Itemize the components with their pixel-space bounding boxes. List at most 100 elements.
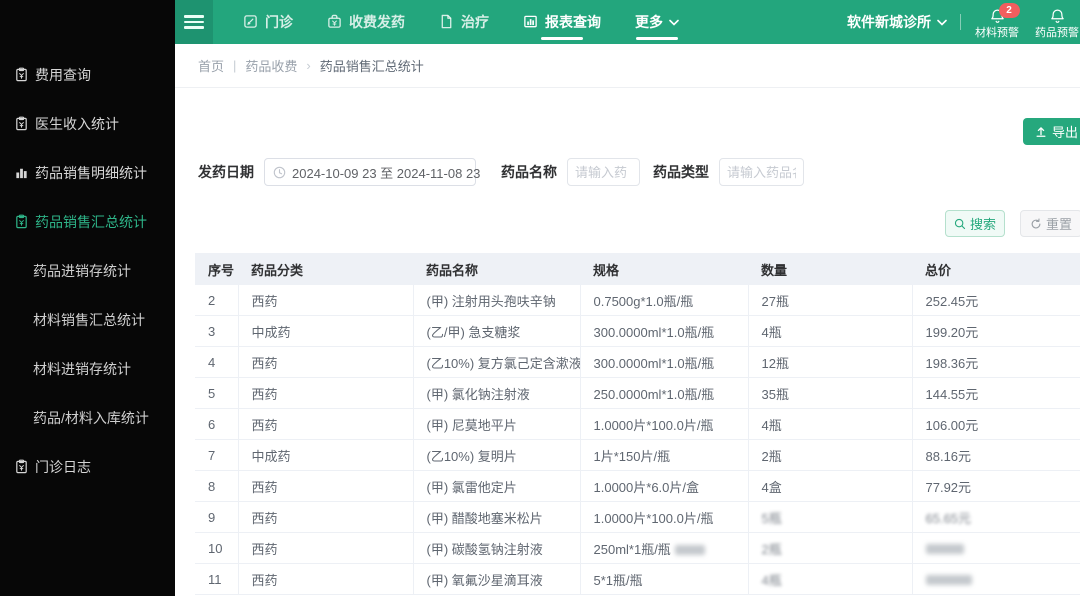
table-row[interactable]: 4 西药 (乙10%) 复方氯己定含漱液 300.0000ml*1.0瓶/瓶 12瓶 19… bbox=[195, 346, 1080, 378]
nav-right: 软件新城诊所 2 材料预警 药品预警 bbox=[847, 2, 1080, 39]
table-cell: 8 bbox=[195, 470, 239, 502]
table-cell: 5瓶 bbox=[748, 501, 913, 533]
nav-item-3[interactable]: 治疗 bbox=[439, 0, 489, 44]
sidebar-item-label: 门诊日志 bbox=[35, 458, 91, 475]
redacted-smudge bbox=[925, 575, 972, 586]
nav-item-5[interactable]: 更多 bbox=[635, 0, 679, 44]
table-cell: 27瓶 bbox=[748, 285, 913, 316]
table-row[interactable]: 3 中成药 (乙/甲) 急支糖浆 300.0000ml*1.0瓶/瓶 4瓶 199.20元 bbox=[195, 315, 1080, 347]
chevron-down-icon bbox=[669, 19, 679, 26]
table-cell: (乙10%) 复方氯己定含漱液 bbox=[413, 346, 581, 378]
table-cell: 106.00元 bbox=[912, 408, 1080, 440]
sidebar-item-2[interactable]: 医生收入统计 bbox=[0, 99, 175, 148]
table-cell: 199.20元 bbox=[912, 315, 1080, 347]
hamburger-icon bbox=[184, 12, 204, 32]
table-cell: 88.16元 bbox=[912, 439, 1080, 471]
table-cell: 中成药 bbox=[238, 439, 414, 471]
table-cell: 4瓶 bbox=[748, 563, 913, 595]
table-cell: (乙10%) 复明片 bbox=[413, 439, 581, 471]
report-query-icon bbox=[523, 14, 539, 30]
table-cell: 1.0000片*6.0片/盒 bbox=[580, 470, 749, 502]
dispense-date-label: 发药日期 bbox=[198, 164, 254, 180]
fee-clipboard-icon bbox=[13, 458, 30, 475]
alert-1[interactable]: 2 材料预警 bbox=[974, 2, 1020, 39]
table-cell: 2瓶 bbox=[748, 439, 913, 471]
table-cell bbox=[912, 532, 1080, 564]
clinic-selector[interactable]: 软件新城诊所 bbox=[847, 12, 947, 32]
sidebar-menu: 费用查询医生收入统计 药品销售明细统计 药品销售汇总统计药品进销存统计材料销售汇总统… bbox=[0, 50, 175, 491]
nav-item-2[interactable]: 收费发药 bbox=[327, 0, 405, 44]
table-cell: 4瓶 bbox=[748, 408, 913, 440]
sidebar-item-7[interactable]: 材料进销存统计 bbox=[0, 344, 175, 393]
reset-icon bbox=[1030, 217, 1042, 230]
table-cell: 中成药 bbox=[238, 315, 414, 347]
table-cell: 144.55元 bbox=[912, 377, 1080, 409]
table-header-row: 序号 药品分类 药品名称 规格 数量 总价 bbox=[195, 253, 1080, 285]
table-cell: 西药 bbox=[238, 346, 414, 378]
sidebar-item-label: 药品进销存统计 bbox=[33, 262, 131, 279]
table-row[interactable]: 2 西药 (甲) 注射用头孢呋辛钠 0.7500g*1.0瓶/瓶 27瓶 252.45元 bbox=[195, 285, 1080, 316]
column-header: 药品分类 bbox=[238, 253, 413, 285]
table-cell: (甲) 醋酸地塞米松片 bbox=[413, 501, 581, 533]
breadcrumb-item-1[interactable]: 首页 bbox=[198, 56, 224, 75]
column-header: 规格 bbox=[580, 253, 748, 285]
sidebar-item-9[interactable]: 门诊日志 bbox=[0, 442, 175, 491]
nav-item-1[interactable]: 门诊 bbox=[243, 0, 293, 44]
table-row[interactable]: 7 中成药 (乙10%) 复明片 1片*150片/瓶 2瓶 88.16元 bbox=[195, 439, 1080, 471]
table-row[interactable]: 5 西药 (甲) 氯化钠注射液 250.0000ml*1.0瓶/瓶 35瓶 144.55元 bbox=[195, 377, 1080, 409]
column-header: 药品名称 bbox=[413, 253, 580, 285]
column-header: 数量 bbox=[748, 253, 912, 285]
table-cell: 12瓶 bbox=[748, 346, 913, 378]
table-cell: 西药 bbox=[238, 563, 414, 595]
sidebar-item-4[interactable]: 药品销售汇总统计 bbox=[0, 197, 175, 246]
table-cell: (甲) 尼莫地平片 bbox=[413, 408, 581, 440]
table-row[interactable]: 11 西药 (甲) 氧氟沙星滴耳液 5*1瓶/瓶 4瓶 bbox=[195, 563, 1080, 595]
breadcrumb-separator: › bbox=[306, 58, 311, 73]
redacted-smudge bbox=[925, 544, 964, 555]
drug-name-label: 药品名称 bbox=[501, 164, 557, 180]
sidebar-item-8[interactable]: 药品/材料入库统计 bbox=[0, 393, 175, 442]
nav-item-4[interactable]: 报表查询 bbox=[523, 0, 601, 44]
alert-badge: 2 bbox=[998, 2, 1020, 18]
drug-name-input[interactable] bbox=[567, 158, 640, 186]
table-body: 2 西药 (甲) 注射用头孢呋辛钠 0.7500g*1.0瓶/瓶 27瓶 252.45元 3… bbox=[195, 285, 1080, 595]
sidebar-item-5[interactable]: 药品进销存统计 bbox=[0, 246, 175, 295]
chevron-down-icon bbox=[937, 19, 947, 26]
table-cell: 西药 bbox=[238, 285, 414, 316]
table-cell: 0.7500g*1.0瓶/瓶 bbox=[580, 285, 749, 316]
table-cell: 西药 bbox=[238, 532, 414, 564]
date-range-input[interactable]: 2024-10-09 23 至 2024-11-08 23 bbox=[264, 158, 480, 186]
search-button[interactable]: 搜索 bbox=[945, 210, 1005, 237]
table-row[interactable]: 6 西药 (甲) 尼莫地平片 1.0000片*100.0片/瓶 4瓶 106.00元 bbox=[195, 408, 1080, 440]
breadcrumb-item-2[interactable]: 药品收费 bbox=[245, 56, 297, 75]
sidebar-item-1[interactable]: 费用查询 bbox=[0, 50, 175, 99]
table-row[interactable]: 8 西药 (甲) 氯雷他定片 1.0000片*6.0片/盒 4盒 77.92元 bbox=[195, 470, 1080, 502]
table-cell: 250.0000ml*1.0瓶/瓶 bbox=[580, 377, 749, 409]
alert-label: 药品预警 bbox=[1035, 26, 1079, 39]
export-button[interactable]: 导出 bbox=[1023, 118, 1080, 145]
charge-dispense-icon bbox=[327, 14, 343, 30]
table-cell: 250ml*1瓶/瓶 bbox=[580, 532, 749, 564]
table-cell: 1.0000片*100.0片/瓶 bbox=[580, 501, 749, 533]
table-row[interactable]: 10 西药 (甲) 碳酸氢钠注射液 250ml*1瓶/瓶 2瓶 bbox=[195, 532, 1080, 564]
table-row[interactable]: 9 西药 (甲) 醋酸地塞米松片 1.0000片*100.0片/瓶 5瓶 65.65元 bbox=[195, 501, 1080, 533]
hamburger-menu-button[interactable] bbox=[175, 0, 213, 44]
main-content: 首页 | 药品收费 › 药品销售汇总统计 导出 发药日期 2024-10-09 23 至… bbox=[175, 44, 1080, 596]
outpatient-icon bbox=[243, 14, 259, 30]
sidebar-item-3[interactable]: 药品销售明细统计 bbox=[0, 148, 175, 197]
reset-button[interactable]: 重置 bbox=[1020, 210, 1080, 237]
table-cell: 2 bbox=[195, 285, 239, 316]
drug-sales-summary-table: 序号 药品分类 药品名称 规格 数量 总价 2 西药 (甲) 注射用头孢呋辛钠 0.7500g*… bbox=[195, 253, 1080, 595]
bell-icon: 2 bbox=[989, 2, 1020, 26]
sidebar-item-label: 费用查询 bbox=[35, 66, 91, 83]
column-header: 序号 bbox=[195, 253, 238, 285]
nav-item-label: 更多 bbox=[635, 14, 663, 30]
treatment-icon bbox=[439, 14, 455, 30]
clinic-name: 软件新城诊所 bbox=[847, 14, 931, 30]
alert-2[interactable]: 药品预警 bbox=[1034, 5, 1080, 39]
sidebar-item-6[interactable]: 材料销售汇总统计 bbox=[0, 295, 175, 344]
table-cell: 252.45元 bbox=[912, 285, 1080, 316]
sidebar-item-label: 材料进销存统计 bbox=[33, 360, 131, 377]
drug-type-input[interactable] bbox=[719, 158, 804, 186]
table-cell: 77.92元 bbox=[912, 470, 1080, 502]
